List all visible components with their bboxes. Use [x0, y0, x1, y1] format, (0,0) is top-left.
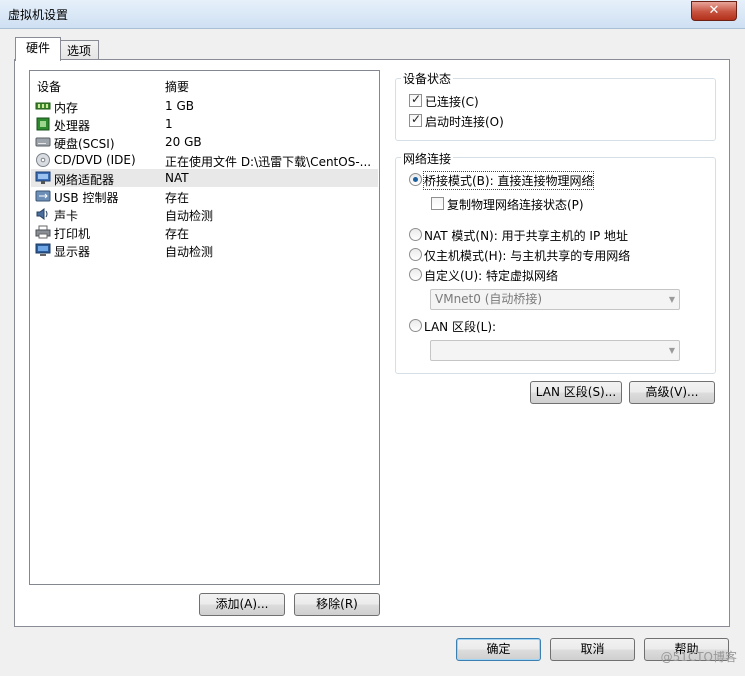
- device-row-display[interactable]: 显示器 自动检测: [31, 241, 378, 259]
- ok-button[interactable]: 确定: [456, 638, 541, 661]
- device-summary: 20 GB: [165, 135, 202, 149]
- add-button[interactable]: 添加(A)...: [199, 593, 285, 616]
- column-header-summary: 摘要: [165, 80, 190, 94]
- device-row-cd-dvd[interactable]: CD/DVD (IDE) 正在使用文件 D:\迅雷下载\CentOS-...: [31, 151, 378, 169]
- device-row-processor[interactable]: 处理器 1: [31, 115, 378, 133]
- connected-label: 已连接(C): [425, 95, 479, 109]
- nat-label: NAT 模式(N): 用于共享主机的 IP 地址: [424, 229, 629, 243]
- close-button[interactable]: ✕: [691, 1, 737, 21]
- remove-button[interactable]: 移除(R): [294, 593, 380, 616]
- device-row-memory[interactable]: 内存 1 GB: [31, 97, 378, 115]
- network-adapter-icon: [35, 171, 51, 184]
- device-row-network-adapter[interactable]: 网络适配器 NAT: [31, 169, 378, 187]
- sound-card-icon: [36, 208, 48, 220]
- device-name: 硬盘(SCSI): [54, 137, 115, 151]
- device-row-usb-controller[interactable]: USB 控制器 存在: [31, 187, 378, 205]
- device-summary: 自动检测: [165, 209, 214, 223]
- lan-segment-label: LAN 区段(L):: [424, 320, 497, 334]
- network-connection-title: 网络连接: [401, 150, 454, 167]
- device-name: 网络适配器: [54, 173, 115, 187]
- printer-icon: [35, 225, 51, 239]
- custom-label: 自定义(U): 特定虚拟网络: [424, 269, 559, 283]
- connected-checkbox[interactable]: ✓: [409, 92, 422, 107]
- device-status-title: 设备状态: [401, 70, 454, 87]
- device-summary: 自动检测: [165, 245, 214, 259]
- title-bar: 虚拟机设置 ✕: [0, 0, 745, 29]
- connect-at-power-on-label: 启动时连接(O): [425, 115, 504, 129]
- processor-icon: [36, 117, 50, 131]
- column-header-device: 设备: [37, 80, 62, 94]
- chevron-down-icon: ▼: [668, 295, 675, 304]
- tab-options-label: 选项: [66, 44, 91, 58]
- tab-hardware-label: 硬件: [25, 41, 50, 55]
- tab-options[interactable]: 选项: [59, 40, 99, 61]
- watermark: @51CTO博客: [660, 650, 737, 664]
- device-name: USB 控制器: [54, 191, 119, 205]
- device-summary: 存在: [165, 191, 190, 205]
- lan-segments-button[interactable]: LAN 区段(S)...: [530, 381, 622, 404]
- bridged-label: 桥接模式(B): 直接连接物理网络: [422, 171, 595, 190]
- lan-segment-radio[interactable]: [409, 319, 422, 332]
- device-row-sound-card[interactable]: 声卡 自动检测: [31, 205, 378, 223]
- custom-network-value: VMnet0 (自动桥接): [435, 292, 543, 306]
- advanced-button[interactable]: 高级(V)...: [629, 381, 715, 404]
- hard-disk-icon: [35, 137, 51, 147]
- device-summary: 正在使用文件 D:\迅雷下载\CentOS-...: [165, 155, 372, 169]
- nat-radio[interactable]: [409, 228, 422, 241]
- close-icon: ✕: [708, 3, 720, 18]
- memory-icon: [35, 102, 51, 110]
- device-summary: 1: [165, 117, 173, 131]
- custom-radio[interactable]: [409, 268, 422, 281]
- device-row-hard-disk[interactable]: 硬盘(SCSI) 20 GB: [31, 133, 378, 151]
- tab-hardware[interactable]: 硬件: [15, 37, 61, 61]
- device-name: CD/DVD (IDE): [54, 153, 136, 167]
- display-icon: [35, 243, 51, 256]
- device-summary: 1 GB: [165, 99, 194, 113]
- device-list[interactable]: 设备 摘要 内存 1 GB 处理器 1 硬盘(SCSI) 20 GB CD/DV…: [29, 70, 380, 585]
- custom-network-dropdown[interactable]: VMnet0 (自动桥接) ▼: [430, 289, 680, 310]
- host-only-radio[interactable]: [409, 248, 422, 261]
- cancel-button[interactable]: 取消: [550, 638, 635, 661]
- device-name: 打印机: [54, 227, 91, 241]
- device-summary: NAT: [165, 171, 189, 185]
- host-only-label: 仅主机模式(H): 与主机共享的专用网络: [424, 249, 631, 263]
- window-title: 虚拟机设置: [8, 8, 69, 22]
- device-name: 内存: [54, 101, 79, 115]
- check-icon: ✓: [411, 92, 422, 106]
- device-name: 处理器: [54, 119, 91, 133]
- usb-icon: [35, 190, 51, 202]
- check-icon: ✓: [411, 112, 422, 126]
- device-summary: 存在: [165, 227, 190, 241]
- bridged-radio[interactable]: [409, 173, 422, 186]
- connect-at-power-on-checkbox[interactable]: ✓: [409, 112, 422, 127]
- device-name: 声卡: [54, 209, 79, 223]
- replicate-state-label: 复制物理网络连接状态(P): [447, 198, 584, 212]
- replicate-state-checkbox[interactable]: [431, 197, 444, 210]
- chevron-down-icon: ▼: [668, 346, 675, 355]
- lan-segment-dropdown[interactable]: ▼: [430, 340, 680, 361]
- radio-dot-icon: [413, 177, 418, 182]
- device-row-printer[interactable]: 打印机 存在: [31, 223, 378, 241]
- device-name: 显示器: [54, 245, 91, 259]
- cd-dvd-icon: [36, 153, 50, 167]
